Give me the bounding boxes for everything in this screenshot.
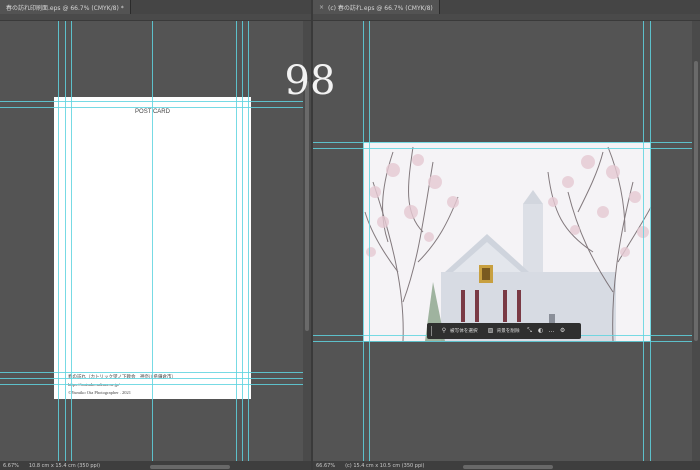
close-icon[interactable]: ×	[319, 4, 324, 11]
scroll-thumb[interactable]	[305, 81, 309, 331]
postcard-caption: 春の訪れ（カトリック望ノ下教会 神奈川県鎌倉市）	[68, 374, 176, 379]
postcard-credit: ©Yumiko Ota Photographer . 2021	[68, 390, 132, 395]
adjustment-icon[interactable]: ◐	[537, 326, 545, 336]
drag-handle[interactable]	[431, 326, 432, 336]
horizontal-scrollbar[interactable]	[150, 465, 230, 469]
more-options-icon[interactable]: …	[548, 326, 556, 336]
ruler-top	[0, 14, 311, 21]
photo-cherry-blossom-church[interactable]	[363, 142, 651, 341]
document-size: (c) 15.4 cm x 10.5 cm (350 ppi)	[345, 462, 425, 469]
guide-line[interactable]	[248, 21, 249, 461]
guide-line[interactable]	[313, 341, 692, 342]
guide-line[interactable]	[236, 21, 237, 461]
select-subject-label: 被写体を選択	[450, 329, 478, 334]
guide-line[interactable]	[313, 142, 692, 143]
image-icon: ▨	[487, 327, 494, 334]
tab-bar: × (c) 春の訪れ.eps @ 66.7% (CMYK/8)	[313, 0, 700, 15]
guide-line[interactable]	[58, 21, 59, 461]
horizontal-scrollbar[interactable]	[463, 465, 553, 469]
document-tab-left[interactable]: 春の訪れ印刷面.eps @ 66.7% (CMYK/8) *	[0, 0, 131, 14]
guide-line[interactable]	[0, 378, 303, 379]
guide-line[interactable]	[369, 21, 370, 461]
remove-background-label: 背景を削除	[496, 329, 520, 334]
document-window-left: 春の訪れ印刷面.eps @ 66.7% (CMYK/8) * POST CARD…	[0, 0, 311, 470]
guide-line[interactable]	[65, 21, 66, 461]
guide-line[interactable]	[0, 107, 303, 108]
canvas-area[interactable]	[313, 21, 692, 461]
page-number: 98	[284, 58, 336, 104]
guide-line[interactable]	[0, 372, 303, 373]
photo-image	[363, 142, 651, 341]
contextual-task-bar: ⚲ 被写体を選択 ▨ 背景を削除 ⤡ ◐ … ⚙	[427, 323, 581, 339]
guide-line[interactable]	[152, 21, 153, 461]
remove-background-button[interactable]: ▨ 背景を削除	[484, 326, 523, 336]
canvas-area[interactable]: POST CARD 春の訪れ（カトリック望ノ下教会 神奈川県鎌倉市） https…	[0, 21, 303, 461]
guide-line[interactable]	[71, 21, 72, 461]
ruler-top	[313, 14, 700, 21]
guide-line[interactable]	[242, 21, 243, 461]
document-window-right: × (c) 春の訪れ.eps @ 66.7% (CMYK/8) ⚲ 被写体を選択…	[313, 0, 700, 470]
zoom-level[interactable]: 66.67%	[316, 463, 335, 469]
tab-title: 春の訪れ印刷面.eps @ 66.7% (CMYK/8) *	[6, 4, 124, 12]
guide-line[interactable]	[363, 21, 364, 461]
guide-line[interactable]	[643, 21, 644, 461]
person-icon: ⚲	[441, 327, 447, 334]
guide-line[interactable]	[650, 21, 651, 461]
zoom-level[interactable]: 6.67%	[3, 463, 19, 469]
guide-line[interactable]	[0, 384, 303, 385]
guide-line[interactable]	[0, 101, 303, 102]
scroll-thumb[interactable]	[694, 61, 698, 341]
select-subject-button[interactable]: ⚲ 被写体を選択	[437, 326, 481, 336]
guide-line[interactable]	[313, 148, 692, 149]
document-tab-right[interactable]: × (c) 春の訪れ.eps @ 66.7% (CMYK/8)	[313, 0, 440, 14]
tab-bar: 春の訪れ印刷面.eps @ 66.7% (CMYK/8) *	[0, 0, 311, 15]
transform-icon[interactable]: ⤡	[526, 326, 534, 336]
tab-title: (c) 春の訪れ.eps @ 66.7% (CMYK/8)	[328, 4, 433, 12]
document-size: 10.8 cm x 15.4 cm (350 ppi)	[28, 462, 101, 469]
settings-icon[interactable]: ⚙	[559, 326, 567, 336]
vertical-scrollbar[interactable]	[692, 21, 700, 461]
